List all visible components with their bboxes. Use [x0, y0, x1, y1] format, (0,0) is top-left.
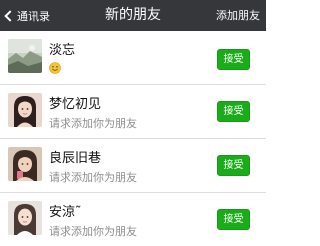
smiley-emoji-icon [49, 62, 61, 74]
friend-request-row[interactable]: 安涼˜ 请求添加你为朋友 接受 [0, 193, 266, 246]
back-label: 通讯录 [17, 9, 50, 23]
request-name: 良辰旧巷 [49, 151, 102, 166]
accept-button[interactable]: 接受 [217, 155, 250, 176]
avatar [8, 201, 42, 235]
navigation-bar: 通讯录 新的朋友 添加朋友 [0, 0, 266, 31]
friend-request-row[interactable]: 良辰旧巷 请求添加你为朋友 接受 [0, 139, 266, 193]
request-name: 安涼˜ [49, 205, 82, 220]
friend-request-list: 淡忘 接受 梦忆初见 请求添加你为朋友 接受 良辰旧巷 请求添加你为朋友 接受 … [0, 31, 266, 246]
accept-button[interactable]: 接受 [217, 209, 250, 230]
avatar [8, 93, 42, 127]
friend-request-row[interactable]: 梦忆初见 请求添加你为朋友 接受 [0, 85, 266, 139]
avatar [8, 147, 42, 181]
request-message: 请求添加你为朋友 [49, 171, 137, 184]
chevron-left-icon [4, 9, 16, 22]
add-friend-button[interactable]: 添加朋友 [216, 0, 260, 31]
request-name: 淡忘 [49, 43, 76, 58]
request-name: 梦忆初见 [49, 97, 102, 112]
request-message: 请求添加你为朋友 [49, 225, 137, 238]
avatar [8, 39, 42, 73]
new-friends-screen: 通讯录 新的朋友 添加朋友 淡忘 接受 梦忆初见 请求添加你为朋友 接受 良辰旧… [0, 0, 266, 246]
request-message: 请求添加你为朋友 [49, 117, 137, 130]
accept-button[interactable]: 接受 [217, 49, 250, 70]
back-button[interactable]: 通讯录 [4, 0, 50, 31]
friend-request-row[interactable]: 淡忘 接受 [0, 31, 266, 85]
accept-button[interactable]: 接受 [217, 101, 250, 122]
